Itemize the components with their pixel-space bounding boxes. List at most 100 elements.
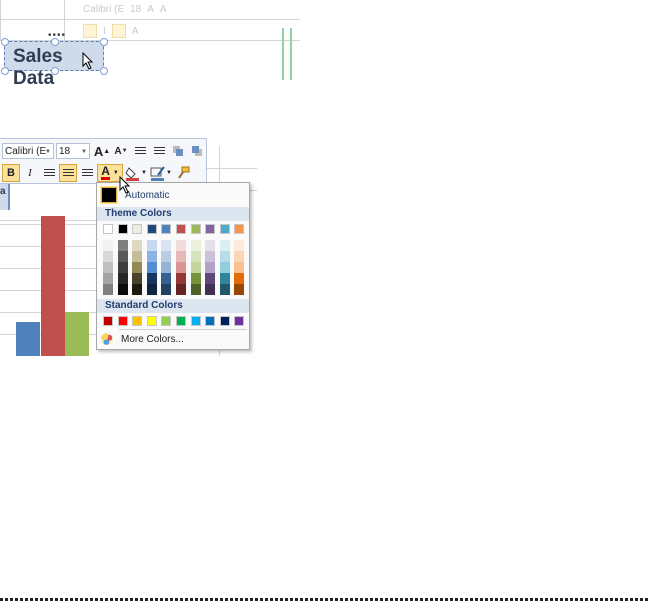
theme-shade-swatch[interactable] bbox=[132, 251, 143, 262]
font-name-combo[interactable]: Calibri (E ▼ bbox=[2, 143, 54, 159]
theme-shade-swatch[interactable] bbox=[103, 240, 113, 251]
theme-color-swatch[interactable] bbox=[176, 224, 186, 234]
standard-color-swatch[interactable] bbox=[117, 316, 128, 326]
theme-shade-swatch[interactable] bbox=[176, 240, 186, 251]
theme-shade-swatch[interactable] bbox=[205, 284, 216, 295]
theme-shade-swatch[interactable] bbox=[161, 262, 172, 273]
align-right-button[interactable] bbox=[78, 164, 96, 182]
theme-color-swatch[interactable] bbox=[234, 224, 245, 234]
chart-bar[interactable] bbox=[41, 216, 65, 356]
standard-color-swatch[interactable] bbox=[161, 316, 172, 326]
resize-handle-tr[interactable] bbox=[100, 38, 108, 46]
chart-bar[interactable] bbox=[16, 321, 40, 356]
theme-shade-swatch[interactable] bbox=[161, 284, 172, 295]
theme-color-swatch[interactable] bbox=[117, 224, 128, 234]
theme-shade-swatch[interactable] bbox=[219, 262, 230, 273]
standard-color-swatch[interactable] bbox=[176, 316, 186, 326]
theme-color-swatch[interactable] bbox=[161, 224, 172, 234]
theme-shade-swatch[interactable] bbox=[132, 240, 143, 251]
theme-shade-swatch[interactable] bbox=[146, 251, 157, 262]
mini-formatting-toolbar: Calibri (E ▼ 18 ▼ A ▲ A ▼ B I A ▼ ▼ ▼ bbox=[0, 138, 207, 184]
theme-color-swatch[interactable] bbox=[146, 224, 157, 234]
theme-shade-swatch[interactable] bbox=[117, 262, 128, 273]
theme-shade-swatch[interactable] bbox=[103, 251, 113, 262]
resize-handle-t[interactable] bbox=[51, 38, 59, 46]
theme-shade-swatch[interactable] bbox=[176, 262, 186, 273]
outline-color-button[interactable]: ▼ bbox=[149, 164, 173, 182]
align-left-button[interactable] bbox=[40, 164, 58, 182]
bar-chart-fragment[interactable]: a bbox=[0, 184, 96, 356]
theme-shade-swatch[interactable] bbox=[190, 240, 201, 251]
theme-shade-swatch[interactable] bbox=[146, 262, 157, 273]
theme-shade-swatch[interactable] bbox=[103, 262, 113, 273]
automatic-label: Automatic bbox=[125, 189, 170, 201]
resize-handle-br[interactable] bbox=[100, 67, 108, 75]
shrink-font-button[interactable]: A ▼ bbox=[112, 142, 130, 160]
theme-shade-swatch[interactable] bbox=[234, 240, 245, 251]
theme-shade-swatch[interactable] bbox=[205, 251, 216, 262]
theme-shade-swatch[interactable] bbox=[219, 284, 230, 295]
theme-color-swatch[interactable] bbox=[132, 224, 143, 234]
theme-color-swatch[interactable] bbox=[103, 224, 113, 234]
standard-color-swatch[interactable] bbox=[190, 316, 201, 326]
theme-shade-swatch[interactable] bbox=[117, 240, 128, 251]
standard-color-swatch[interactable] bbox=[234, 316, 245, 326]
theme-shade-swatch[interactable] bbox=[161, 240, 172, 251]
theme-shade-swatch[interactable] bbox=[176, 284, 186, 295]
resize-handle-bl[interactable] bbox=[1, 67, 9, 75]
resize-handle-b[interactable] bbox=[51, 67, 59, 75]
theme-shade-swatch[interactable] bbox=[161, 251, 172, 262]
theme-shade-swatch[interactable] bbox=[234, 284, 245, 295]
standard-color-swatch[interactable] bbox=[103, 316, 113, 326]
theme-shade-swatch[interactable] bbox=[117, 273, 128, 284]
theme-shade-swatch[interactable] bbox=[132, 262, 143, 273]
bring-forward-button[interactable] bbox=[169, 142, 187, 160]
theme-shade-swatch[interactable] bbox=[219, 273, 230, 284]
theme-shade-swatch[interactable] bbox=[161, 273, 172, 284]
theme-shade-swatch[interactable] bbox=[234, 262, 245, 273]
theme-shade-swatch[interactable] bbox=[146, 284, 157, 295]
theme-shade-swatch[interactable] bbox=[117, 284, 128, 295]
standard-color-swatch[interactable] bbox=[205, 316, 216, 326]
theme-shade-swatch[interactable] bbox=[219, 251, 230, 262]
standard-color-swatch[interactable] bbox=[146, 316, 157, 326]
theme-shade-swatch[interactable] bbox=[205, 240, 216, 251]
resize-handle-tl[interactable] bbox=[1, 38, 9, 46]
theme-shade-swatch[interactable] bbox=[219, 240, 230, 251]
chart-border bbox=[282, 28, 292, 80]
theme-shade-swatch[interactable] bbox=[234, 273, 245, 284]
format-painter-button[interactable] bbox=[174, 164, 192, 182]
theme-shade-swatch[interactable] bbox=[146, 273, 157, 284]
standard-color-swatch[interactable] bbox=[219, 316, 230, 326]
theme-color-swatch[interactable] bbox=[219, 224, 230, 234]
send-backward-button[interactable] bbox=[188, 142, 206, 160]
chart-bar[interactable] bbox=[65, 312, 89, 356]
theme-shade-swatch[interactable] bbox=[190, 284, 201, 295]
theme-shade-swatch[interactable] bbox=[190, 262, 201, 273]
italic-button[interactable]: I bbox=[21, 164, 39, 182]
theme-shade-swatch[interactable] bbox=[103, 273, 113, 284]
theme-shade-swatch[interactable] bbox=[176, 251, 186, 262]
increase-indent-button[interactable] bbox=[150, 142, 168, 160]
theme-shade-swatch[interactable] bbox=[103, 284, 113, 295]
theme-shade-swatch[interactable] bbox=[205, 273, 216, 284]
theme-shade-swatch[interactable] bbox=[132, 273, 143, 284]
theme-color-swatch[interactable] bbox=[205, 224, 216, 234]
theme-shade-swatch[interactable] bbox=[132, 284, 143, 295]
font-size-combo[interactable]: 18 ▼ bbox=[56, 143, 90, 159]
theme-shade-swatch[interactable] bbox=[190, 273, 201, 284]
theme-shade-swatch[interactable] bbox=[190, 251, 201, 262]
theme-shade-swatch[interactable] bbox=[117, 251, 128, 262]
theme-shade-swatch[interactable] bbox=[205, 262, 216, 273]
decrease-indent-button[interactable] bbox=[131, 142, 149, 160]
bold-button[interactable]: B bbox=[2, 164, 20, 182]
theme-shade-swatch[interactable] bbox=[176, 273, 186, 284]
standard-color-swatch[interactable] bbox=[132, 316, 143, 326]
grow-font-button[interactable]: A ▲ bbox=[93, 142, 111, 160]
theme-color-swatch[interactable] bbox=[190, 224, 201, 234]
decrease-indent-icon bbox=[134, 146, 146, 156]
more-colors-option[interactable]: More Colors... bbox=[101, 331, 247, 347]
align-center-button[interactable] bbox=[59, 164, 77, 182]
theme-shade-swatch[interactable] bbox=[234, 251, 245, 262]
theme-shade-swatch[interactable] bbox=[146, 240, 157, 251]
